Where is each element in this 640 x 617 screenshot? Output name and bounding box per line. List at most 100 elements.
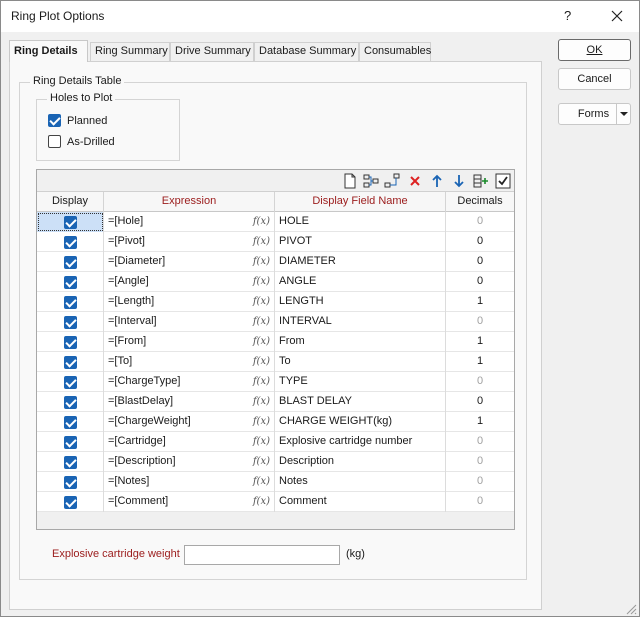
decimals-cell[interactable]: 1 [446,292,514,312]
table-row[interactable]: =[ChargeWeight] f(x) CHARGE WEIGHT(kg) 1 [37,412,514,432]
field-name-cell[interactable]: HOLE [275,212,446,232]
function-icon[interactable]: f(x) [253,332,270,351]
function-icon[interactable]: f(x) [253,272,270,291]
decimals-cell[interactable]: 1 [446,352,514,372]
display-cell[interactable] [37,252,104,272]
tab-database-summary[interactable]: Database Summary [254,42,359,61]
display-cell[interactable] [37,292,104,312]
display-checkbox[interactable] [63,215,77,229]
expression-cell[interactable]: =[Hole] f(x) [104,212,275,232]
display-cell[interactable] [37,332,104,352]
display-cell[interactable] [37,232,104,252]
move-down-button[interactable] [450,172,468,190]
function-icon[interactable]: f(x) [253,492,270,511]
display-cell[interactable] [37,352,104,372]
as-drilled-option[interactable]: As-Drilled [48,135,115,148]
expression-cell[interactable]: =[ChargeType] f(x) [104,372,275,392]
table-row[interactable]: =[Diameter] f(x) DIAMETER 0 [37,252,514,272]
field-name-cell[interactable]: TYPE [275,372,446,392]
function-icon[interactable]: f(x) [253,472,270,491]
table-row[interactable]: =[Description] f(x) Description 0 [37,452,514,472]
display-checkbox[interactable] [63,415,77,429]
field-name-cell[interactable]: BLAST DELAY [275,392,446,412]
expression-cell[interactable]: =[Description] f(x) [104,452,275,472]
table-row[interactable]: =[Interval] f(x) INTERVAL 0 [37,312,514,332]
field-name-cell[interactable]: CHARGE WEIGHT(kg) [275,412,446,432]
display-cell[interactable] [37,432,104,452]
display-checkbox[interactable] [63,475,77,489]
field-name-cell[interactable]: Notes [275,472,446,492]
table-row[interactable]: =[Comment] f(x) Comment 0 [37,492,514,512]
display-checkbox[interactable] [63,435,77,449]
decimals-cell[interactable]: 1 [446,332,514,352]
expression-cell[interactable]: =[BlastDelay] f(x) [104,392,275,412]
expression-cell[interactable]: =[Diameter] f(x) [104,252,275,272]
forms-button[interactable]: Forms [558,103,631,125]
expression-cell[interactable]: =[Angle] f(x) [104,272,275,292]
display-cell[interactable] [37,472,104,492]
function-icon[interactable]: f(x) [253,292,270,311]
display-cell[interactable] [37,372,104,392]
display-checkbox[interactable] [63,495,77,509]
table-row[interactable]: =[ChargeType] f(x) TYPE 0 [37,372,514,392]
table-row[interactable]: =[BlastDelay] f(x) BLAST DELAY 0 [37,392,514,412]
field-name-cell[interactable]: LENGTH [275,292,446,312]
display-checkbox[interactable] [63,315,77,329]
display-checkbox[interactable] [63,255,77,269]
help-button[interactable]: ? [564,8,571,23]
display-checkbox[interactable] [63,275,77,289]
add-column-button[interactable] [472,172,490,190]
function-icon[interactable]: f(x) [253,452,270,471]
display-cell[interactable] [37,392,104,412]
table-row[interactable]: =[Pivot] f(x) PIVOT 0 [37,232,514,252]
field-name-cell[interactable]: ANGLE [275,272,446,292]
display-checkbox[interactable] [63,395,77,409]
decimals-cell[interactable]: 0 [446,272,514,292]
header-decimals[interactable]: Decimals [446,192,514,212]
display-checkbox[interactable] [63,355,77,369]
function-icon[interactable]: f(x) [253,392,270,411]
decimals-cell[interactable]: 0 [446,232,514,252]
header-display[interactable]: Display [37,192,104,212]
table-row[interactable]: =[From] f(x) From 1 [37,332,514,352]
function-icon[interactable]: f(x) [253,232,270,251]
expression-cell[interactable]: =[To] f(x) [104,352,275,372]
display-cell[interactable] [37,492,104,512]
field-name-cell[interactable]: PIVOT [275,232,446,252]
display-cell[interactable] [37,312,104,332]
display-cell[interactable] [37,272,104,292]
display-checkbox[interactable] [63,295,77,309]
field-name-cell[interactable]: INTERVAL [275,312,446,332]
close-button[interactable] [607,4,629,28]
tab-drive-summary[interactable]: Drive Summary [170,42,254,61]
function-icon[interactable]: f(x) [253,312,270,331]
table-row[interactable]: =[Angle] f(x) ANGLE 0 [37,272,514,292]
expression-cell[interactable]: =[Pivot] f(x) [104,232,275,252]
display-checkbox[interactable] [63,375,77,389]
decimals-cell[interactable]: 0 [446,392,514,412]
table-row[interactable]: =[Cartridge] f(x) Explosive cartridge numb… [37,432,514,452]
cartridge-weight-input[interactable] [184,545,340,565]
delete-row-button[interactable] [406,172,424,190]
resize-grip-icon[interactable] [623,601,637,615]
display-cell[interactable] [37,212,104,232]
display-checkbox[interactable] [63,335,77,349]
display-cell[interactable] [37,412,104,432]
as-drilled-checkbox[interactable] [48,135,61,148]
table-row[interactable]: =[Hole] f(x) HOLE 0 [37,212,514,232]
expression-cell[interactable]: =[From] f(x) [104,332,275,352]
cancel-button[interactable]: Cancel [558,68,631,90]
expression-cell[interactable]: =[Comment] f(x) [104,492,275,512]
table-row[interactable]: =[Length] f(x) LENGTH 1 [37,292,514,312]
table-row[interactable]: =[Notes] f(x) Notes 0 [37,472,514,492]
display-checkbox[interactable] [63,235,77,249]
function-icon[interactable]: f(x) [253,412,270,431]
field-name-cell[interactable]: Description [275,452,446,472]
expression-cell[interactable]: =[Cartridge] f(x) [104,432,275,452]
function-icon[interactable]: f(x) [253,372,270,391]
planned-checkbox[interactable] [48,114,61,127]
display-cell[interactable] [37,452,104,472]
move-up-button[interactable] [428,172,446,190]
insert-row-button[interactable] [362,172,380,190]
field-name-cell[interactable]: From [275,332,446,352]
